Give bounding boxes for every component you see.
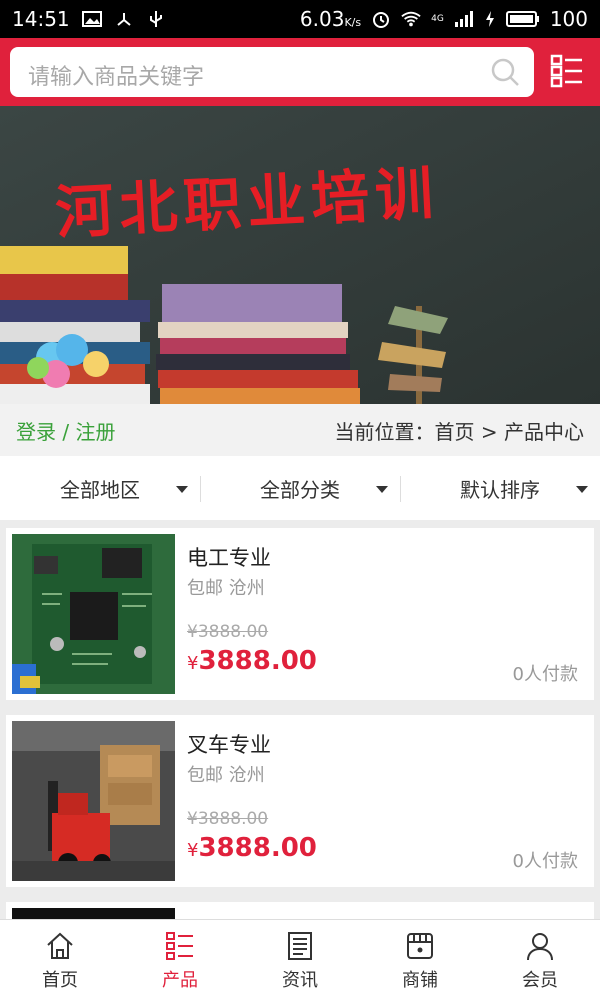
filter-region[interactable]: 全部地区 bbox=[0, 456, 200, 520]
share-icon bbox=[117, 13, 131, 26]
chevron-down-icon bbox=[176, 486, 188, 493]
usb-icon bbox=[149, 11, 162, 27]
tab-member[interactable]: 会员 bbox=[480, 920, 600, 1000]
product-image[interactable] bbox=[12, 721, 175, 881]
banner-illustration bbox=[0, 106, 600, 404]
product-card[interactable]: 电工专业 包邮 沧州 ¥3888.00 ¥3888.00 0人付款 bbox=[6, 528, 594, 700]
tab-member-label: 会员 bbox=[522, 970, 558, 991]
tab-shop-label: 商铺 bbox=[402, 970, 438, 991]
location-bar: 登录 / 注册 当前位置：首页 > 产品中心 bbox=[0, 404, 600, 456]
filter-region-label: 全部地区 bbox=[60, 477, 140, 502]
tab-news-label: 资讯 bbox=[282, 970, 318, 991]
image-icon bbox=[81, 11, 102, 27]
product-price: ¥3888.00 bbox=[187, 833, 317, 863]
product-shipping: 包邮 沧州 bbox=[187, 765, 265, 786]
battery-level: 100 bbox=[549, 7, 588, 31]
product-title[interactable]: 电工专业 bbox=[187, 542, 271, 572]
filter-category[interactable]: 全部分类 bbox=[200, 456, 400, 520]
category-menu-icon[interactable] bbox=[550, 53, 584, 89]
alarm-icon bbox=[373, 12, 390, 28]
filter-sort-label: 默认排序 bbox=[460, 477, 540, 502]
search-icon[interactable] bbox=[490, 57, 520, 87]
search-box[interactable]: 请输入商品关键字 bbox=[10, 47, 534, 97]
product-card[interactable]: 叉车专业 包邮 沧州 ¥3888.00 ¥3888.00 0人付款 bbox=[6, 715, 594, 887]
product-image[interactable] bbox=[12, 534, 175, 694]
news-icon bbox=[288, 932, 312, 960]
wifi-icon bbox=[401, 11, 421, 27]
charging-icon bbox=[485, 11, 494, 27]
product-card-partial[interactable] bbox=[6, 902, 594, 919]
tab-products[interactable]: 产品 bbox=[120, 920, 240, 1000]
tab-shop[interactable]: 商铺 bbox=[360, 920, 480, 1000]
network-speed: 6.03K/s bbox=[299, 7, 362, 31]
status-time: 14:51 bbox=[12, 7, 70, 31]
chevron-down-icon bbox=[376, 486, 388, 493]
product-price: ¥3888.00 bbox=[187, 646, 317, 676]
top-bar: 请输入商品关键字 bbox=[0, 38, 600, 106]
chevron-down-icon bbox=[576, 486, 588, 493]
tab-products-label: 产品 bbox=[162, 970, 198, 991]
product-original-price: ¥3888.00 bbox=[187, 622, 269, 642]
product-image[interactable] bbox=[12, 908, 175, 919]
product-original-price: ¥3888.00 bbox=[187, 809, 269, 829]
home-icon bbox=[47, 932, 73, 959]
filter-sort[interactable]: 默认排序 bbox=[400, 456, 600, 520]
login-register-link[interactable]: 登录 / 注册 bbox=[16, 416, 115, 445]
tab-home[interactable]: 首页 bbox=[0, 920, 120, 1000]
bottom-tab-bar: 首页 产品 资讯 商铺 会员 bbox=[0, 919, 600, 1000]
signal-icon bbox=[454, 11, 473, 27]
product-paid-count: 0人付款 bbox=[512, 851, 578, 872]
search-input[interactable]: 请输入商品关键字 bbox=[28, 59, 204, 91]
breadcrumb: 当前位置：首页 > 产品中心 bbox=[334, 419, 584, 444]
filter-bar: 全部地区 全部分类 默认排序 bbox=[0, 456, 600, 520]
user-icon bbox=[527, 933, 553, 961]
battery-icon bbox=[505, 11, 539, 27]
list-icon bbox=[166, 932, 193, 960]
banner-image[interactable]: 河北职业培训 bbox=[0, 106, 600, 404]
tab-news[interactable]: 资讯 bbox=[240, 920, 360, 1000]
product-paid-count: 0人付款 bbox=[512, 664, 578, 685]
filter-category-label: 全部分类 bbox=[260, 477, 340, 502]
product-title[interactable]: 叉车专业 bbox=[187, 729, 271, 759]
tab-home-label: 首页 bbox=[42, 970, 78, 991]
status-bar: 14:51 6.03K/s 4G 100 bbox=[0, 0, 600, 38]
network-type: 4G bbox=[431, 14, 444, 24]
product-shipping: 包邮 沧州 bbox=[187, 578, 265, 599]
shop-icon bbox=[407, 933, 433, 959]
